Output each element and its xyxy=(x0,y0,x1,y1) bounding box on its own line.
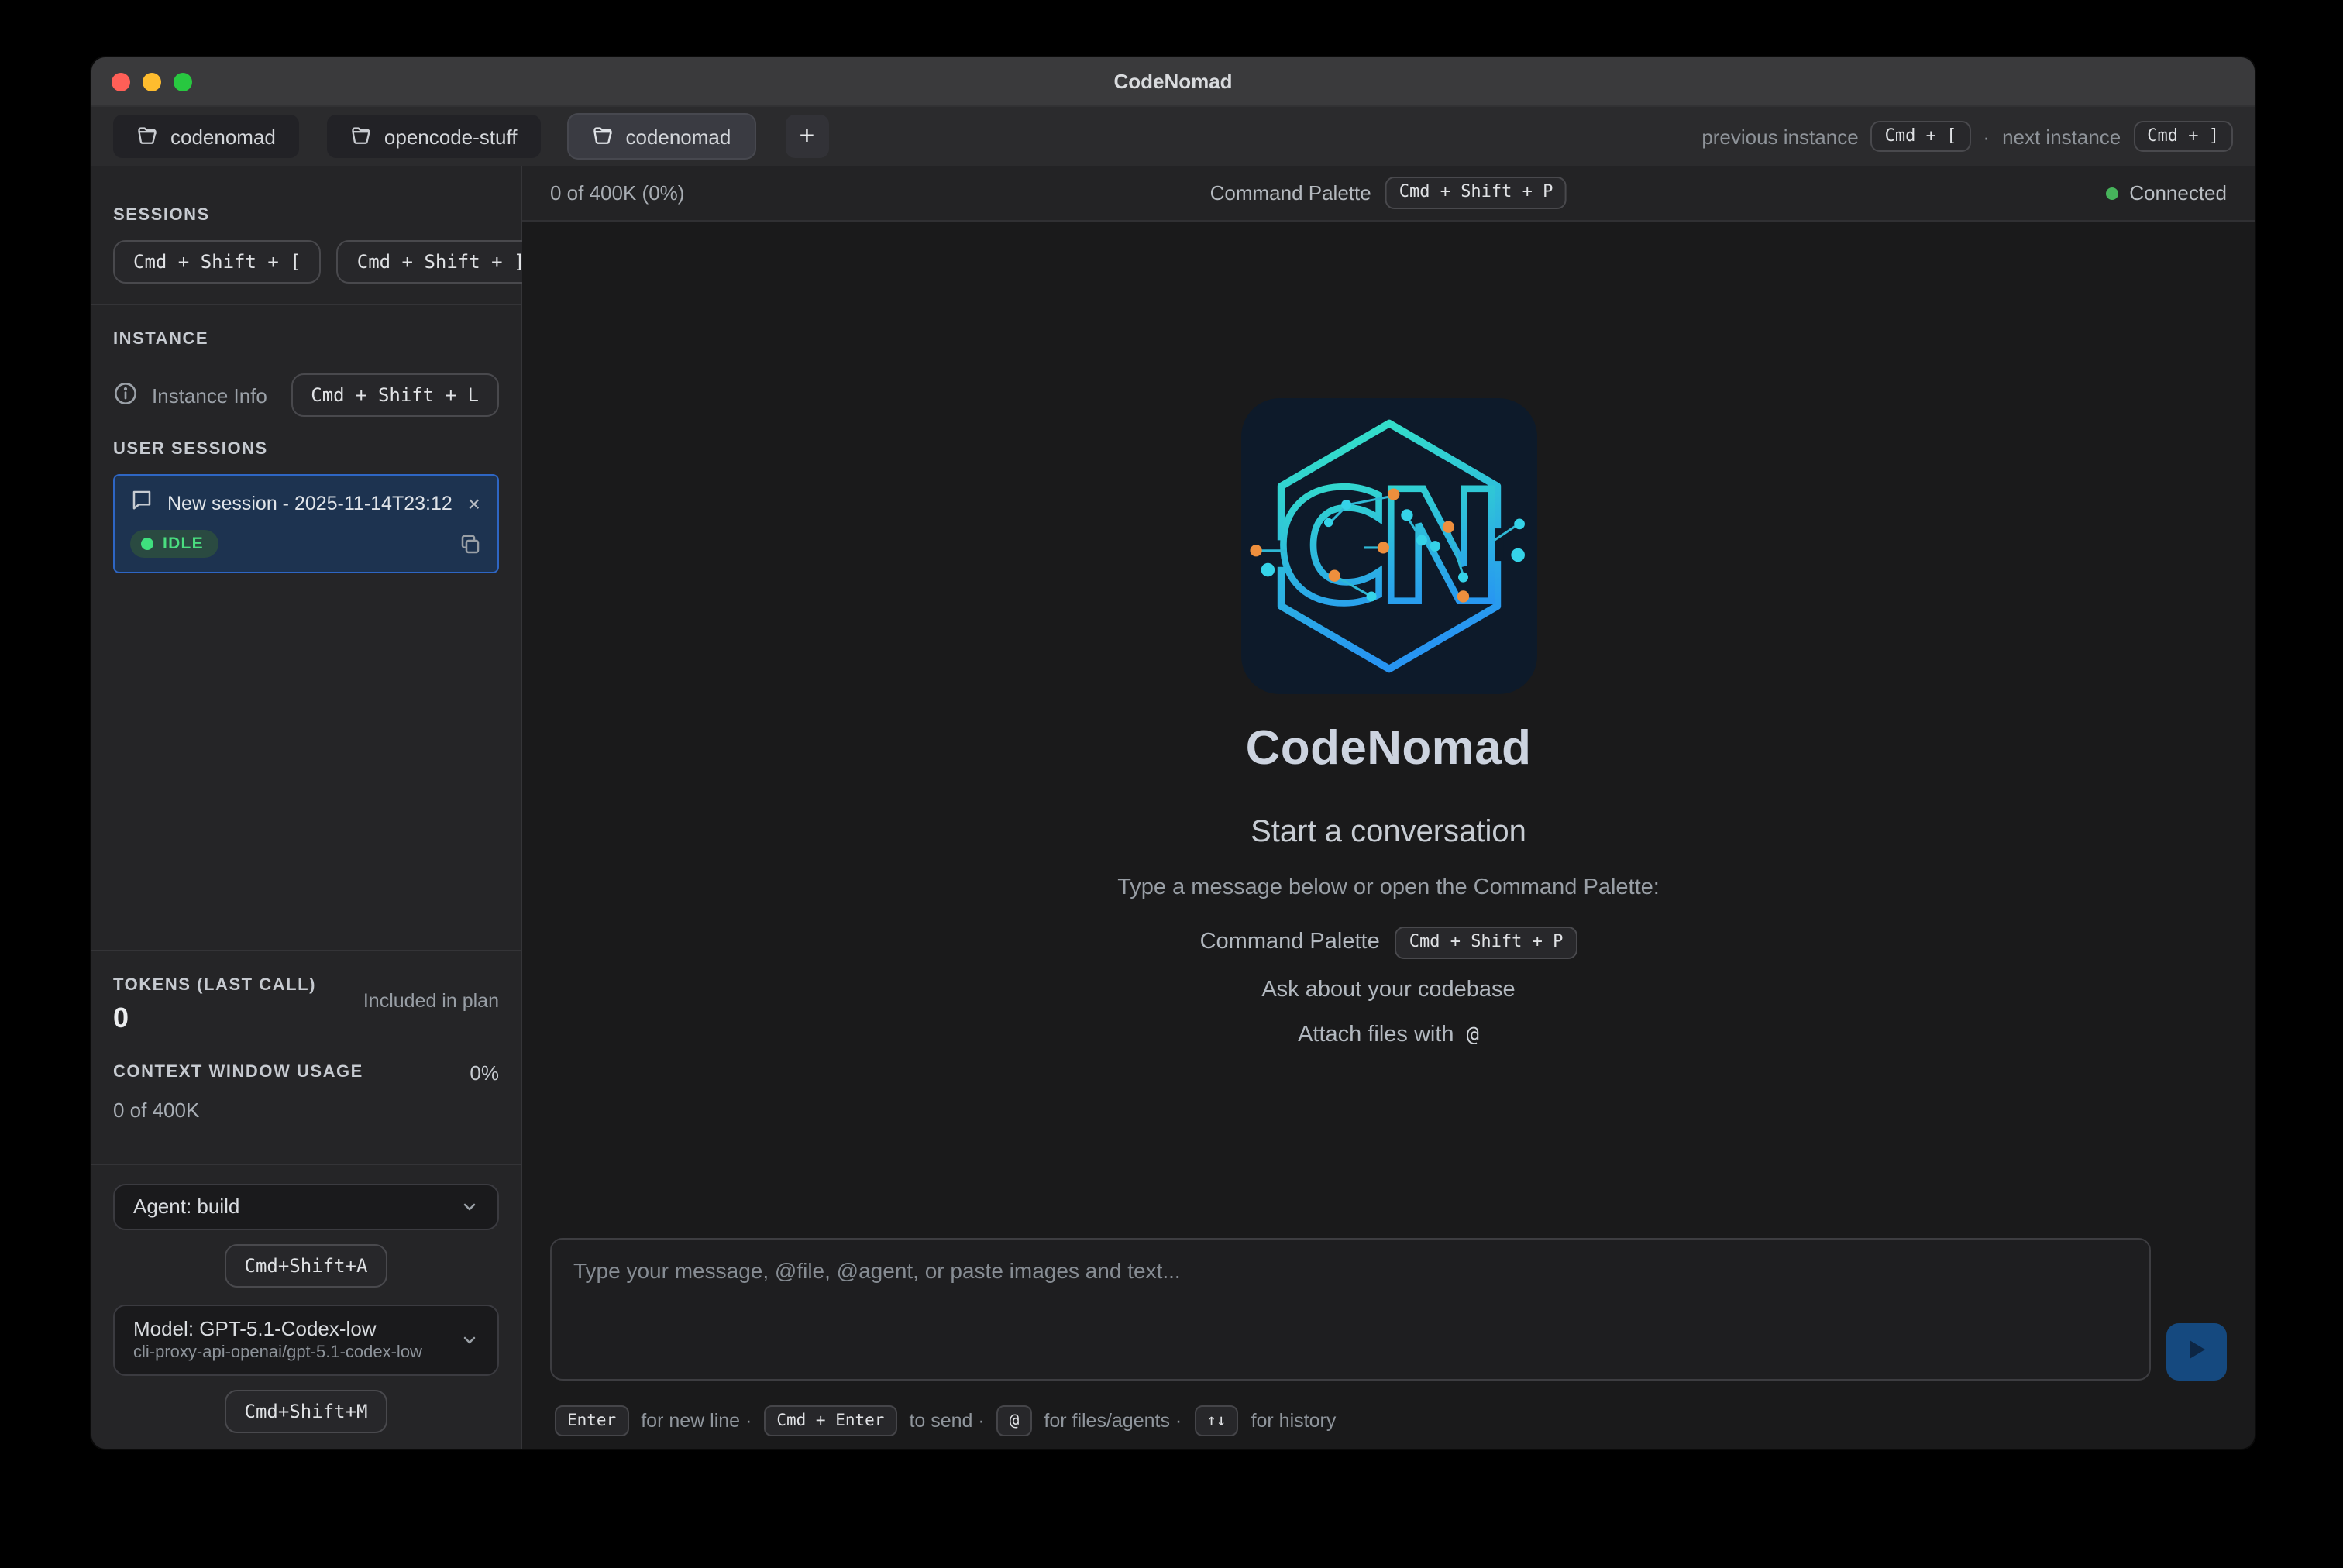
composer: Enter for new line · Cmd + Enter to send ·… xyxy=(522,1238,2255,1449)
start-conversation-title: Start a conversation xyxy=(1251,815,1526,851)
previous-instance-kbd: Cmd + [ xyxy=(1871,120,1971,153)
add-tab-button[interactable]: + xyxy=(785,115,828,158)
model-select-sub: cli-proxy-api-openai/gpt-5.1-codex-low xyxy=(133,1344,422,1363)
send-button[interactable] xyxy=(2166,1323,2227,1381)
at-kbd: @ xyxy=(997,1405,1032,1436)
codebase-hint: Ask about your codebase xyxy=(1261,978,1515,1002)
session-list-item[interactable]: New session - 2025-11-14T23:12:... × IDL… xyxy=(113,475,499,574)
tab-label: codenomad xyxy=(625,125,731,148)
idle-dot-icon xyxy=(141,538,153,551)
chevron-down-icon xyxy=(460,1331,479,1350)
app-name-heading: CodeNomad xyxy=(1246,720,1532,776)
close-session-icon[interactable]: × xyxy=(466,493,482,515)
welcome-panel: CN xyxy=(522,222,2255,1238)
instance-header: INSTANCE xyxy=(113,330,499,349)
instance-info-kbd: Cmd + Shift + L xyxy=(291,373,499,417)
folder-icon xyxy=(591,126,613,147)
context-usage-detail: 0 of 400K xyxy=(113,1098,499,1121)
next-instance-label: next instance xyxy=(2002,125,2121,148)
desktop: CodeNomad codenomad opencode-stuff coden… xyxy=(0,0,2343,1568)
agent-kbd: Cmd+Shift+A xyxy=(225,1243,388,1287)
titlebar: CodeNomad xyxy=(91,57,2255,105)
prev-session-kbd: Cmd + Shift + [ xyxy=(113,240,322,284)
history-arrows-kbd: ↑↓ xyxy=(1194,1405,1238,1436)
hint-text: for files/agents · xyxy=(1044,1410,1182,1432)
tab-label: opencode-stuff xyxy=(384,125,518,148)
folder-icon xyxy=(350,126,372,147)
window-title: CodeNomad xyxy=(1113,70,1232,93)
composer-hints: Enter for new line · Cmd + Enter to send ·… xyxy=(550,1405,2227,1436)
next-session-kbd: Cmd + Shift + ] xyxy=(337,240,545,284)
minimize-window-button[interactable] xyxy=(143,72,161,91)
previous-instance-label: previous instance xyxy=(1701,125,1858,148)
sessions-header: SESSIONS xyxy=(113,206,499,225)
tab-label: codenomad xyxy=(170,125,276,148)
hint-text: for history xyxy=(1251,1410,1337,1432)
tab-codenomad-2-active[interactable]: codenomad xyxy=(568,115,754,158)
tab-strip: codenomad opencode-stuff codenomad + pre… xyxy=(91,105,2255,166)
folder-icon xyxy=(136,126,158,147)
command-palette-kbd: Cmd + Shift + P xyxy=(1385,177,1567,209)
model-select[interactable]: Model: GPT-5.1-Codex-low cli-proxy-api-o… xyxy=(113,1305,499,1376)
agent-select-label: Agent: build xyxy=(133,1195,239,1218)
instance-info-row[interactable]: Instance Info Cmd + Shift + L xyxy=(113,373,499,417)
command-palette-hint-kbd: Cmd + Shift + P xyxy=(1395,927,1577,959)
status-badge: IDLE xyxy=(130,531,219,559)
tab-opencode-stuff[interactable]: opencode-stuff xyxy=(327,115,541,158)
traffic-lights xyxy=(112,57,192,105)
context-usage-header: CONTEXT WINDOW USAGE xyxy=(113,1063,363,1081)
tab-codenomad-1[interactable]: codenomad xyxy=(113,115,299,158)
next-instance-kbd: Cmd + ] xyxy=(2133,120,2233,153)
context-usage-percent: 0% xyxy=(470,1061,499,1084)
attach-files-hint: Attach files with xyxy=(1298,1023,1454,1047)
connected-dot-icon xyxy=(2106,187,2118,199)
command-palette-label[interactable]: Command Palette xyxy=(1210,181,1371,205)
app-window: CodeNomad codenomad opencode-stuff coden… xyxy=(90,56,2256,1450)
status-badge-label: IDLE xyxy=(163,535,204,554)
message-input[interactable] xyxy=(550,1238,2151,1381)
context-usage-summary: 0 of 400K (0%) xyxy=(550,181,684,205)
enter-kbd: Enter xyxy=(555,1405,628,1436)
command-palette-hint-label: Command Palette xyxy=(1200,930,1380,955)
model-kbd: Cmd+Shift+M xyxy=(225,1390,388,1433)
app-logo: CN xyxy=(1240,398,1536,694)
connection-status: Connected xyxy=(2106,181,2227,205)
hint-text: for new line · xyxy=(641,1410,752,1432)
main-area: 0 of 400K (0%) Command Palette Cmd + Shi… xyxy=(522,166,2255,1449)
hint-text: to send · xyxy=(909,1410,984,1432)
cmd-enter-kbd: Cmd + Enter xyxy=(764,1405,896,1436)
instance-nav-separator: · xyxy=(1983,125,1990,148)
main-topbar: 0 of 400K (0%) Command Palette Cmd + Shi… xyxy=(522,166,2255,222)
at-glyph: @ xyxy=(1467,1023,1479,1047)
agent-select[interactable]: Agent: build xyxy=(113,1183,499,1229)
sidebar: SESSIONS Cmd + Shift + [ Cmd + Shift + ]… xyxy=(91,166,522,1449)
session-title: New session - 2025-11-14T23:12:... xyxy=(167,493,452,515)
instance-info-label: Instance Info xyxy=(152,384,267,407)
zoom-window-button[interactable] xyxy=(174,72,192,91)
instance-nav: previous instance Cmd + [ · next instanc… xyxy=(1701,120,2233,153)
sidebar-spacer xyxy=(91,574,521,930)
connection-status-label: Connected xyxy=(2129,181,2227,205)
chevron-down-icon xyxy=(460,1197,479,1216)
info-icon xyxy=(113,381,138,411)
copy-icon[interactable] xyxy=(459,533,482,556)
chat-icon xyxy=(130,489,153,520)
send-icon xyxy=(2186,1339,2207,1365)
user-sessions-header: USER SESSIONS xyxy=(113,441,499,459)
close-window-button[interactable] xyxy=(112,72,130,91)
model-select-label: Model: GPT-5.1-Codex-low xyxy=(133,1318,422,1341)
tokens-note: Included in plan xyxy=(363,989,499,1011)
welcome-subtitle: Type a message below or open the Command… xyxy=(1117,875,1660,900)
